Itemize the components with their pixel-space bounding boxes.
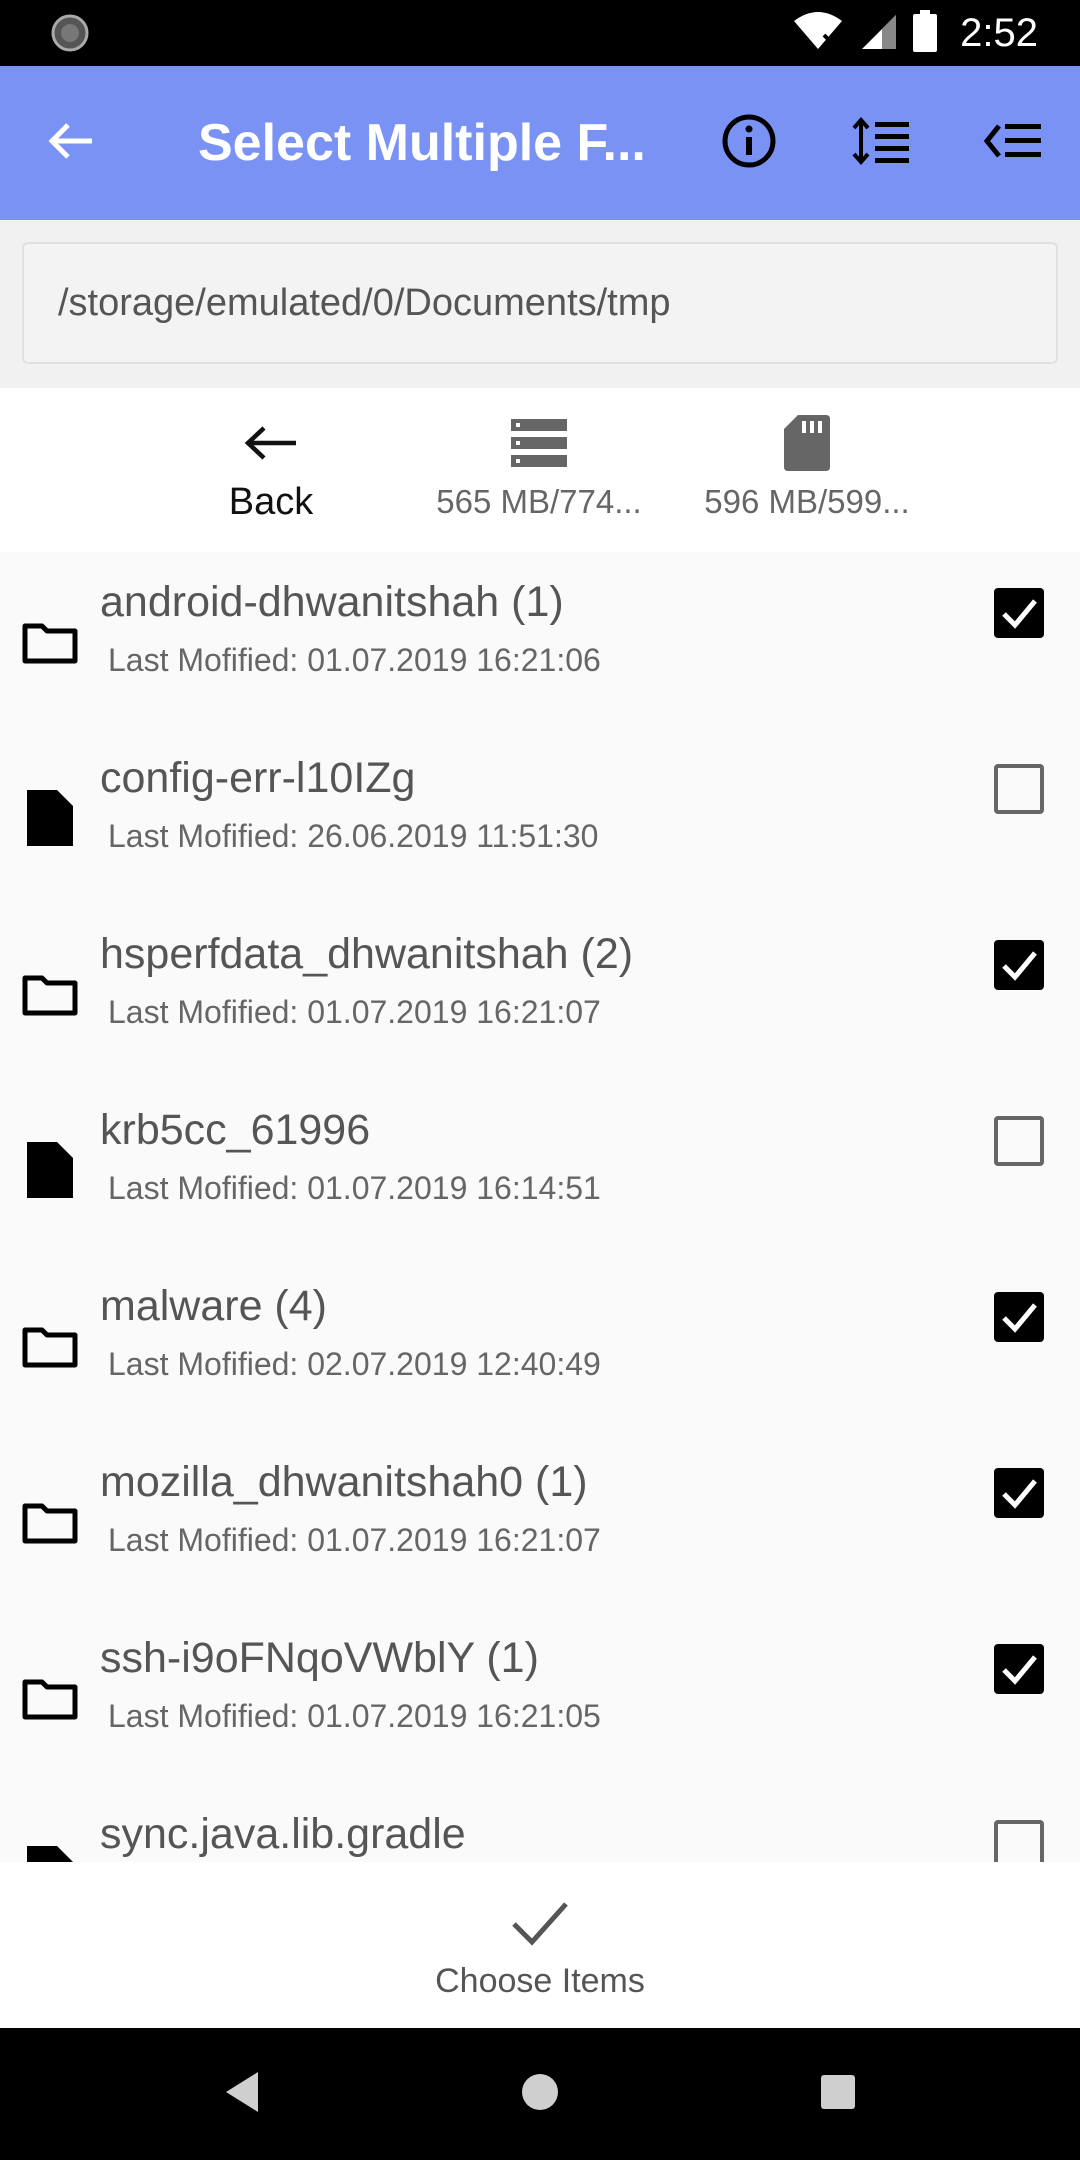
select-checkbox[interactable] [994,1292,1044,1342]
back-button[interactable] [38,110,104,176]
file-modified: Last Mofified: 02.07.2019 12:40:49 [108,1346,601,1382]
info-icon [721,113,777,174]
select-checkbox[interactable] [994,1820,1044,1862]
square-recents-icon [820,2074,856,2115]
file-modified: Last Mofified: 26.06.2019 11:51:30 [108,818,599,854]
folder-icon [20,1316,80,1376]
folder-icon [20,612,80,672]
triangle-back-icon [222,2070,262,2119]
status-time: 2:52 [960,10,1038,55]
select-checkbox[interactable] [994,588,1044,638]
folder-icon [20,1668,80,1728]
cellular-signal-icon [858,11,898,56]
screen: 2:52 Select Multiple F... /storage/emula… [0,0,1080,2160]
sort-icon [851,116,911,171]
info-button[interactable] [716,110,782,176]
system-nav-bar [0,2028,1080,2160]
file-list-item[interactable]: android-dhwanitshah (1) Last Mofified: 01… [0,552,1080,728]
select-checkbox[interactable] [994,1468,1044,1518]
file-icon [20,1844,80,1862]
status-bar: 2:52 [0,0,1080,66]
file-modified: Last Mofified: 01.07.2019 16:21:07 [108,994,601,1030]
file-list-item[interactable]: sync.java.lib.gradle [0,1784,1080,1862]
sd-card-label: 596 MB/599... [704,483,910,520]
wifi-icon [792,11,844,56]
file-name: android-dhwanitshah (1) [100,578,564,626]
checkmark-icon [512,1902,568,1946]
file-name: malware (4) [100,1282,327,1330]
arrow-left-icon [48,121,94,166]
file-name: mozilla_dhwanitshah0 (1) [100,1458,588,1506]
sort-button[interactable] [848,110,914,176]
file-modified: Last Mofified: 01.07.2019 16:14:51 [108,1170,601,1206]
select-checkbox[interactable] [994,764,1044,814]
battery-icon [912,9,938,57]
file-list-item[interactable]: ssh-i9oFNqoVWblY (1) Last Mofified: 01.07… [0,1608,1080,1784]
file-name: sync.java.lib.gradle [100,1810,466,1858]
sd-card-button[interactable]: 596 MB/599... [692,412,922,532]
filter-button[interactable] [980,110,1046,176]
file-modified: Last Mofified: 01.07.2019 16:21:07 [108,1522,601,1558]
file-list: android-dhwanitshah (1) Last Mofified: 01… [0,552,1080,1862]
choose-items-label: Choose Items [435,1962,645,2000]
file-modified: Last Mofified: 01.07.2019 16:21:05 [108,1698,601,1734]
app-bar: Select Multiple F... [0,66,1080,220]
back-nav-button[interactable]: Back [156,412,386,532]
path-bar: /storage/emulated/0/Documents/tmp [0,220,1080,388]
select-checkbox[interactable] [994,1116,1044,1166]
nav-recents-button[interactable] [810,2066,866,2122]
file-modified: Last Mofified: 01.07.2019 16:21:06 [108,642,601,678]
internal-storage-label: 565 MB/774... [436,483,642,520]
status-icons: 2:52 [792,0,1038,66]
file-icon [20,788,80,848]
folder-icon [20,1492,80,1552]
select-checkbox[interactable] [994,1644,1044,1694]
file-name: hsperfdata_dhwanitshah (2) [100,930,634,978]
internal-storage-button[interactable]: 565 MB/774... [424,412,654,532]
file-list-item[interactable]: hsperfdata_dhwanitshah (2) Last Mofified:… [0,904,1080,1080]
sd-card-icon [692,412,922,474]
file-list-item[interactable]: mozilla_dhwanitshah0 (1) Last Mofified: 0… [0,1432,1080,1608]
nav-back-button[interactable] [214,2066,270,2122]
file-list-item[interactable]: krb5cc_61996 Last Mofified: 01.07.2019 16… [0,1080,1080,1256]
loading-indicator-icon [50,13,90,53]
storage-icon [424,412,654,474]
select-checkbox[interactable] [994,940,1044,990]
file-icon [20,1140,80,1200]
nav-home-button[interactable] [512,2066,568,2122]
page-title: Select Multiple F... [198,114,646,172]
back-nav-label: Back [228,481,314,523]
file-name: config-err-l10IZg [100,754,416,802]
storage-nav-row: Back 565 MB/774... 596 MB/599... [0,388,1080,552]
choose-items-button[interactable]: Choose Items [0,1862,1080,2028]
file-list-item[interactable]: malware (4) Last Mofified: 02.07.2019 12:… [0,1256,1080,1432]
file-name: ssh-i9oFNqoVWblY (1) [100,1634,539,1682]
file-list-item[interactable]: config-err-l10IZg Last Mofified: 26.06.20… [0,728,1080,904]
arrow-left-icon [156,412,386,474]
path-field[interactable]: /storage/emulated/0/Documents/tmp [22,242,1058,364]
filter-icon [983,116,1043,171]
circle-home-icon [520,2072,560,2117]
file-name: krb5cc_61996 [100,1106,371,1154]
folder-icon [20,964,80,1024]
